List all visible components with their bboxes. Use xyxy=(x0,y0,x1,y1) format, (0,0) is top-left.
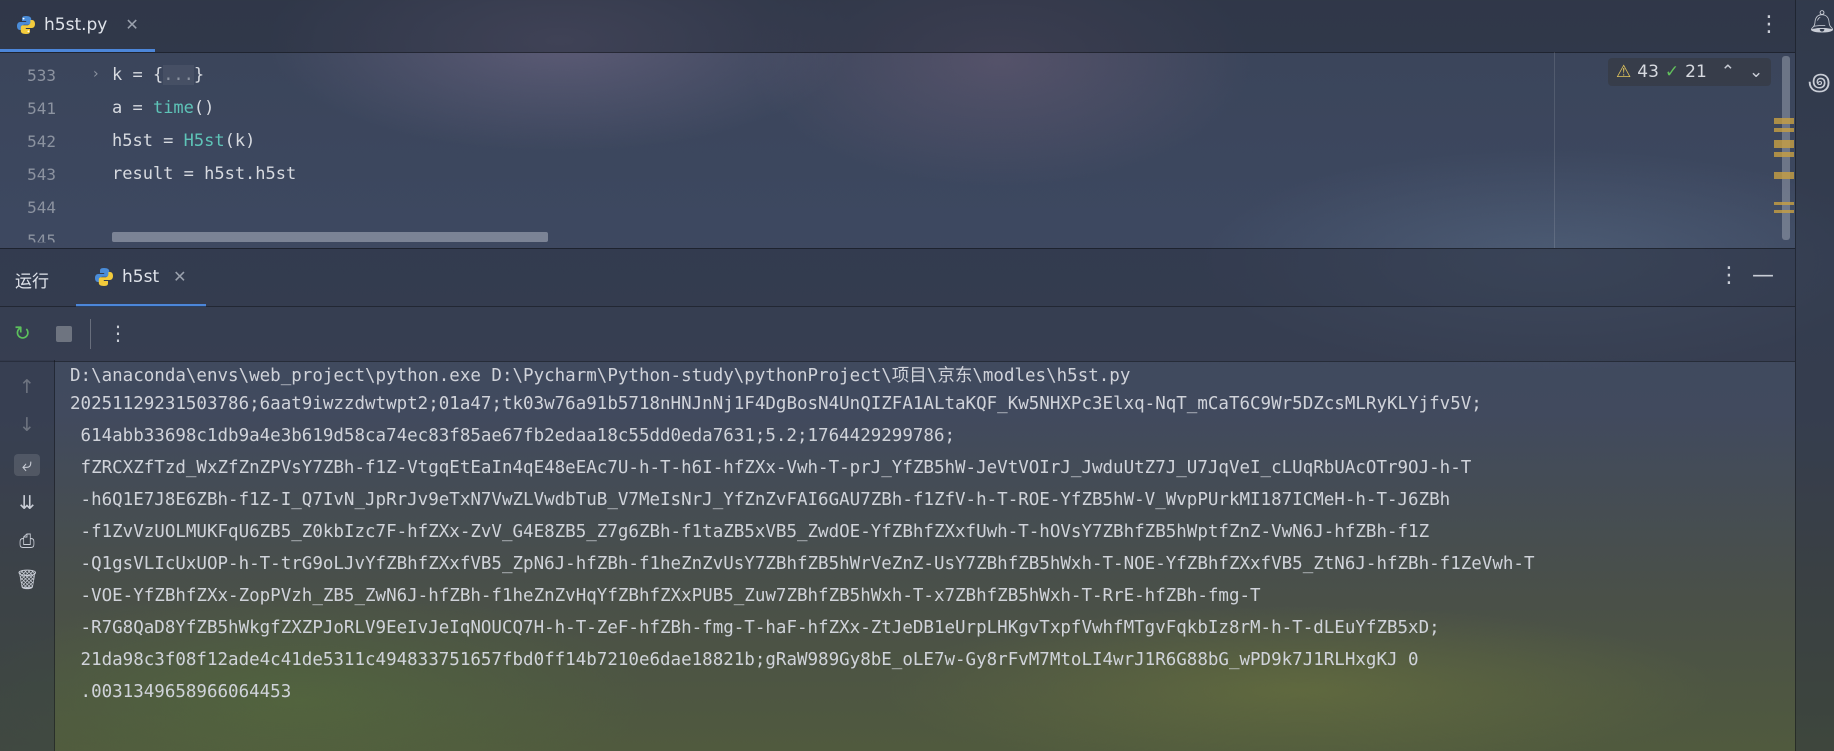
python-file-icon xyxy=(17,15,35,34)
previous-highlight-icon[interactable]: ⌃ xyxy=(1721,62,1735,82)
code-line: k = {...} xyxy=(112,65,204,85)
warning-mark[interactable] xyxy=(1774,210,1794,213)
run-toolbar: ↻ ⋮ xyxy=(0,306,1795,362)
warning-mark[interactable] xyxy=(1774,172,1794,179)
warning-mark[interactable] xyxy=(1774,152,1794,157)
function-name: time xyxy=(152,98,194,118)
more-actions-icon[interactable]: ⋮ xyxy=(108,321,128,345)
code-text: () xyxy=(193,98,215,118)
print-icon[interactable]: ⎙ xyxy=(14,530,40,552)
line-number: 533 xyxy=(27,66,56,85)
code-line: result = h5st.h5st xyxy=(112,164,296,184)
run-tab-h5st[interactable]: h5st ✕ xyxy=(76,249,206,307)
editor-tab-h5st[interactable]: h5st.py ✕ xyxy=(0,0,155,52)
scroll-down-icon[interactable]: ↓ xyxy=(14,414,40,436)
line-number: 542 xyxy=(27,132,56,151)
ai-assistant-icon[interactable]: ꩜ xyxy=(1808,64,1831,99)
stop-icon[interactable] xyxy=(56,326,72,342)
run-panel-options-icon[interactable]: ⋮ xyxy=(1718,263,1740,288)
console-line: 614abb33698c1db9a4e3b619d58ca74ec83f85ae… xyxy=(70,426,956,446)
console-line: -h6Q1E7J8E6ZBh-f1Z-I_Q7IvN_JpRrJv9eTxN7V… xyxy=(70,490,1451,510)
console-side-toolbar: ↑ ↓ ⤶ ⇊ ⎙ 🗑︎ xyxy=(0,360,55,751)
notifications-icon[interactable]: 🔔︎ xyxy=(1808,10,1834,35)
warning-mark[interactable] xyxy=(1774,118,1794,124)
console-line: 21da98c3f08f12ade4c41de5311c494833751657… xyxy=(70,650,1419,670)
right-margin-guide xyxy=(1554,52,1555,248)
console-line: -R7G8QaD8YfZB5hWkgfZXZPJoRLV9EeIvJeIqNOU… xyxy=(70,618,1440,638)
close-tab-icon[interactable]: ✕ xyxy=(125,15,138,34)
line-number: 541 xyxy=(27,99,56,118)
warning-mark[interactable] xyxy=(1774,128,1794,132)
right-tool-strip: 🔔︎ ꩜ xyxy=(1795,0,1834,751)
folded-region[interactable]: ... xyxy=(163,65,194,85)
console-line: fZRCXZfTzd_WxZfZnZPVsY7ZBh-f1Z-VtgqEtEaI… xyxy=(70,458,1472,478)
code-text: k = { xyxy=(112,65,164,85)
code-text: (k) xyxy=(224,131,256,151)
warning-icon: ⚠ xyxy=(1616,62,1632,82)
scroll-to-end-icon[interactable]: ⇊ xyxy=(14,492,40,514)
code-editor[interactable]: 533 541 542 543 544 545 › k = {...} a = … xyxy=(0,52,1795,248)
code-text: h5st = xyxy=(112,131,184,151)
code-text: } xyxy=(193,65,205,85)
console-line: -VOE-YfZBhfZXx-ZopPVzh_ZB5_ZwN6J-hfZBh-f… xyxy=(70,586,1261,606)
line-number-gutter: 533 541 542 543 544 545 xyxy=(0,52,92,248)
minimize-panel-icon[interactable]: — xyxy=(1752,263,1774,288)
warning-mark[interactable] xyxy=(1774,140,1794,148)
console-line: 20251129231503786;6aat9iwzzdwtwpt2;01a47… xyxy=(70,394,1482,414)
scroll-up-icon[interactable]: ↑ xyxy=(14,376,40,398)
python-file-icon xyxy=(95,267,113,286)
clear-all-icon[interactable]: 🗑︎ xyxy=(14,568,40,591)
console-line: D:\anaconda\envs\web_project\python.exe … xyxy=(70,366,1131,386)
fold-chevron-icon[interactable]: › xyxy=(93,66,99,82)
run-tab-label: h5st xyxy=(122,266,160,287)
code-line: a = time() xyxy=(112,98,214,118)
console-line: .0031349658966064453 xyxy=(70,682,292,702)
rerun-icon[interactable]: ↻ xyxy=(14,321,31,345)
console-line: -f1ZvVzUOLMUKFqU6ZB5_Z0kbIzc7F-hfZXx-ZvV… xyxy=(70,522,1430,542)
warning-mark[interactable] xyxy=(1774,202,1794,205)
line-number: 544 xyxy=(27,198,56,217)
next-highlight-icon[interactable]: ⌄ xyxy=(1749,62,1763,82)
code-line: h5st = H5st(k) xyxy=(112,131,255,151)
code-text: a = xyxy=(112,98,153,118)
horizontal-scrollbar[interactable] xyxy=(112,232,548,242)
soft-wrap-icon[interactable]: ⤶ xyxy=(14,454,40,476)
warning-count: 43 xyxy=(1637,62,1659,82)
run-panel-title: 运行 xyxy=(15,272,49,292)
line-number: 543 xyxy=(27,165,56,184)
close-run-tab-icon[interactable]: ✕ xyxy=(173,267,186,286)
run-panel-header: 运行 h5st ✕ ⋮ — xyxy=(0,248,1795,307)
class-name: H5st xyxy=(183,131,225,151)
inspection-widget[interactable]: ⚠ 43 ✓ 21 ⌃ ⌄ xyxy=(1608,58,1772,86)
check-count: 21 xyxy=(1685,62,1707,82)
editor-tab-bar: h5st.py ✕ ⋮ xyxy=(0,0,1795,53)
more-options-icon[interactable]: ⋮ xyxy=(1758,12,1780,37)
check-icon: ✓ xyxy=(1664,62,1680,82)
editor-tab-label: h5st.py xyxy=(44,14,108,35)
console-line: -Q1gsVLIcUxUOP-h-T-trG9oLJvYfZBhfZXxfVB5… xyxy=(70,554,1535,574)
code-text: result = h5st.h5st xyxy=(112,164,297,184)
toolbar-divider xyxy=(90,319,91,349)
